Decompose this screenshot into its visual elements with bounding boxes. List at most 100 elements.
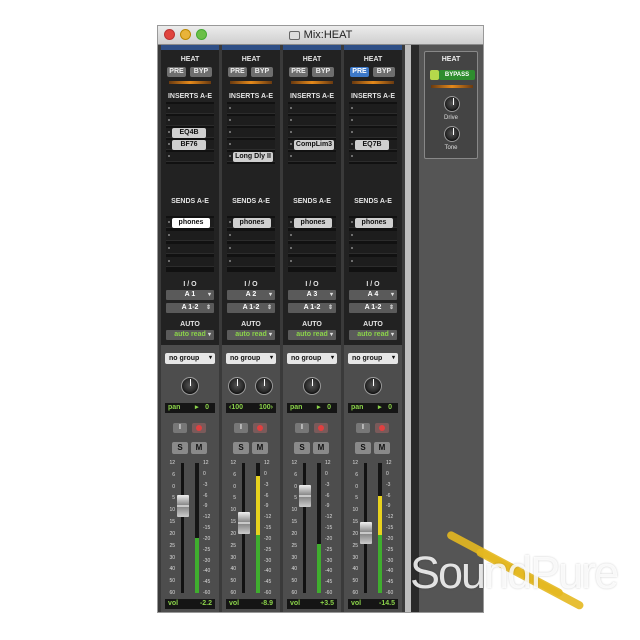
insert-slot[interactable]: BF76 (166, 140, 214, 150)
input-button[interactable]: I (173, 423, 187, 433)
insert-plugin[interactable]: Long Dly II (233, 152, 273, 162)
group-selector[interactable]: no group ▾ (226, 353, 276, 364)
volume-fader[interactable] (238, 511, 250, 534)
output-selector[interactable]: A 1-2 ⇕ (227, 303, 275, 313)
send-slot[interactable] (288, 257, 336, 267)
input-selector[interactable]: A 3 ▾ (288, 290, 336, 300)
solo-button[interactable]: S (233, 442, 249, 454)
pan-left-knob[interactable] (228, 377, 246, 395)
record-button[interactable] (314, 423, 328, 433)
pan-right-knob[interactable] (255, 377, 273, 395)
byp-button[interactable]: BYP (190, 67, 212, 77)
input-selector[interactable]: A 1 ▾ (166, 290, 214, 300)
input-button[interactable]: I (234, 423, 248, 433)
insert-slot[interactable]: EQ4B (166, 128, 214, 138)
send-assignment[interactable]: phones (233, 218, 271, 228)
send-slot[interactable] (349, 244, 397, 254)
insert-slot[interactable] (288, 104, 336, 114)
send-slot[interactable] (166, 244, 214, 254)
insert-slot[interactable]: EQ7B (349, 140, 397, 150)
insert-plugin[interactable]: EQ4B (172, 128, 206, 138)
insert-slot[interactable] (349, 152, 397, 162)
automation-mode-selector[interactable]: auto read ▾ (349, 330, 397, 340)
title-bar[interactable]: Mix:HEAT (158, 26, 483, 45)
automation-mode-selector[interactable]: auto read ▾ (166, 330, 214, 340)
volume-fader[interactable] (177, 495, 189, 518)
solo-button[interactable]: S (172, 442, 188, 454)
automation-mode-selector[interactable]: auto read ▾ (227, 330, 275, 340)
mute-button[interactable]: M (252, 442, 268, 454)
input-button[interactable]: I (356, 423, 370, 433)
volume-fader[interactable] (299, 484, 311, 507)
insert-plugin[interactable]: EQ7B (355, 140, 389, 150)
send-assignment[interactable]: phones (294, 218, 332, 228)
insert-slot[interactable] (227, 116, 275, 126)
pan-knob[interactable] (181, 377, 199, 395)
output-selector[interactable]: A 1-2 ⇕ (166, 303, 214, 313)
solo-button[interactable]: S (294, 442, 310, 454)
insert-slot[interactable]: Long Dly II (227, 152, 275, 162)
automation-mode-selector[interactable]: auto read ▾ (288, 330, 336, 340)
drive-knob[interactable] (444, 96, 460, 112)
insert-slot[interactable]: CompLim3 (288, 140, 336, 150)
byp-button[interactable]: BYP (251, 67, 273, 77)
insert-slot[interactable] (349, 116, 397, 126)
insert-slot[interactable] (288, 116, 336, 126)
insert-slot[interactable] (288, 152, 336, 162)
insert-slot[interactable] (227, 104, 275, 114)
output-selector[interactable]: A 1-2 ⇕ (349, 303, 397, 313)
output-selector[interactable]: A 1-2 ⇕ (288, 303, 336, 313)
pre-button[interactable]: PRE (350, 67, 369, 77)
send-slot[interactable] (227, 244, 275, 254)
pre-button[interactable]: PRE (167, 67, 186, 77)
bypass-button[interactable]: BYPASS (439, 70, 475, 80)
send-slot[interactable] (349, 231, 397, 241)
pan-knob[interactable] (303, 377, 321, 395)
insert-plugin[interactable]: BF76 (172, 140, 206, 150)
pan-knob[interactable] (364, 377, 382, 395)
send-slot[interactable]: phones (227, 218, 275, 228)
mute-button[interactable]: M (191, 442, 207, 454)
byp-button[interactable]: BYP (373, 67, 395, 77)
pre-button[interactable]: PRE (228, 67, 247, 77)
send-slot[interactable] (166, 257, 214, 267)
send-assignment[interactable]: phones (172, 218, 210, 228)
solo-button[interactable]: S (355, 442, 371, 454)
send-slot[interactable] (227, 257, 275, 267)
group-selector[interactable]: no group ▾ (348, 353, 398, 364)
send-slot[interactable] (288, 231, 336, 241)
group-selector[interactable]: no group ▾ (287, 353, 337, 364)
insert-slot[interactable] (288, 128, 336, 138)
insert-plugin[interactable]: CompLim3 (294, 140, 334, 150)
insert-slot[interactable] (166, 104, 214, 114)
byp-button[interactable]: BYP (312, 67, 334, 77)
record-button[interactable] (192, 423, 206, 433)
dyn-button[interactable]: dyn (231, 612, 271, 613)
insert-slot[interactable] (349, 128, 397, 138)
send-slot[interactable] (227, 231, 275, 241)
pre-button[interactable]: PRE (289, 67, 308, 77)
volume-fader[interactable] (360, 522, 372, 545)
tone-knob[interactable] (444, 126, 460, 142)
record-button[interactable] (253, 423, 267, 433)
insert-slot[interactable] (227, 128, 275, 138)
mute-button[interactable]: M (313, 442, 329, 454)
send-slot[interactable]: phones (288, 218, 336, 228)
input-selector[interactable]: A 4 ▾ (349, 290, 397, 300)
insert-slot[interactable] (349, 104, 397, 114)
dyn-button[interactable]: dyn (353, 612, 393, 613)
power-icon[interactable] (430, 70, 439, 80)
insert-slot[interactable] (166, 152, 214, 162)
group-selector[interactable]: no group ▾ (165, 353, 215, 364)
send-slot[interactable] (349, 257, 397, 267)
record-button[interactable] (375, 423, 389, 433)
send-slot[interactable] (166, 231, 214, 241)
input-button[interactable]: I (295, 423, 309, 433)
send-slot[interactable] (288, 244, 336, 254)
insert-slot[interactable] (227, 140, 275, 150)
insert-slot[interactable] (166, 116, 214, 126)
mute-button[interactable]: M (374, 442, 390, 454)
send-slot[interactable]: phones (166, 218, 214, 228)
send-assignment[interactable]: phones (355, 218, 393, 228)
dyn-button[interactable]: dyn (170, 612, 210, 613)
